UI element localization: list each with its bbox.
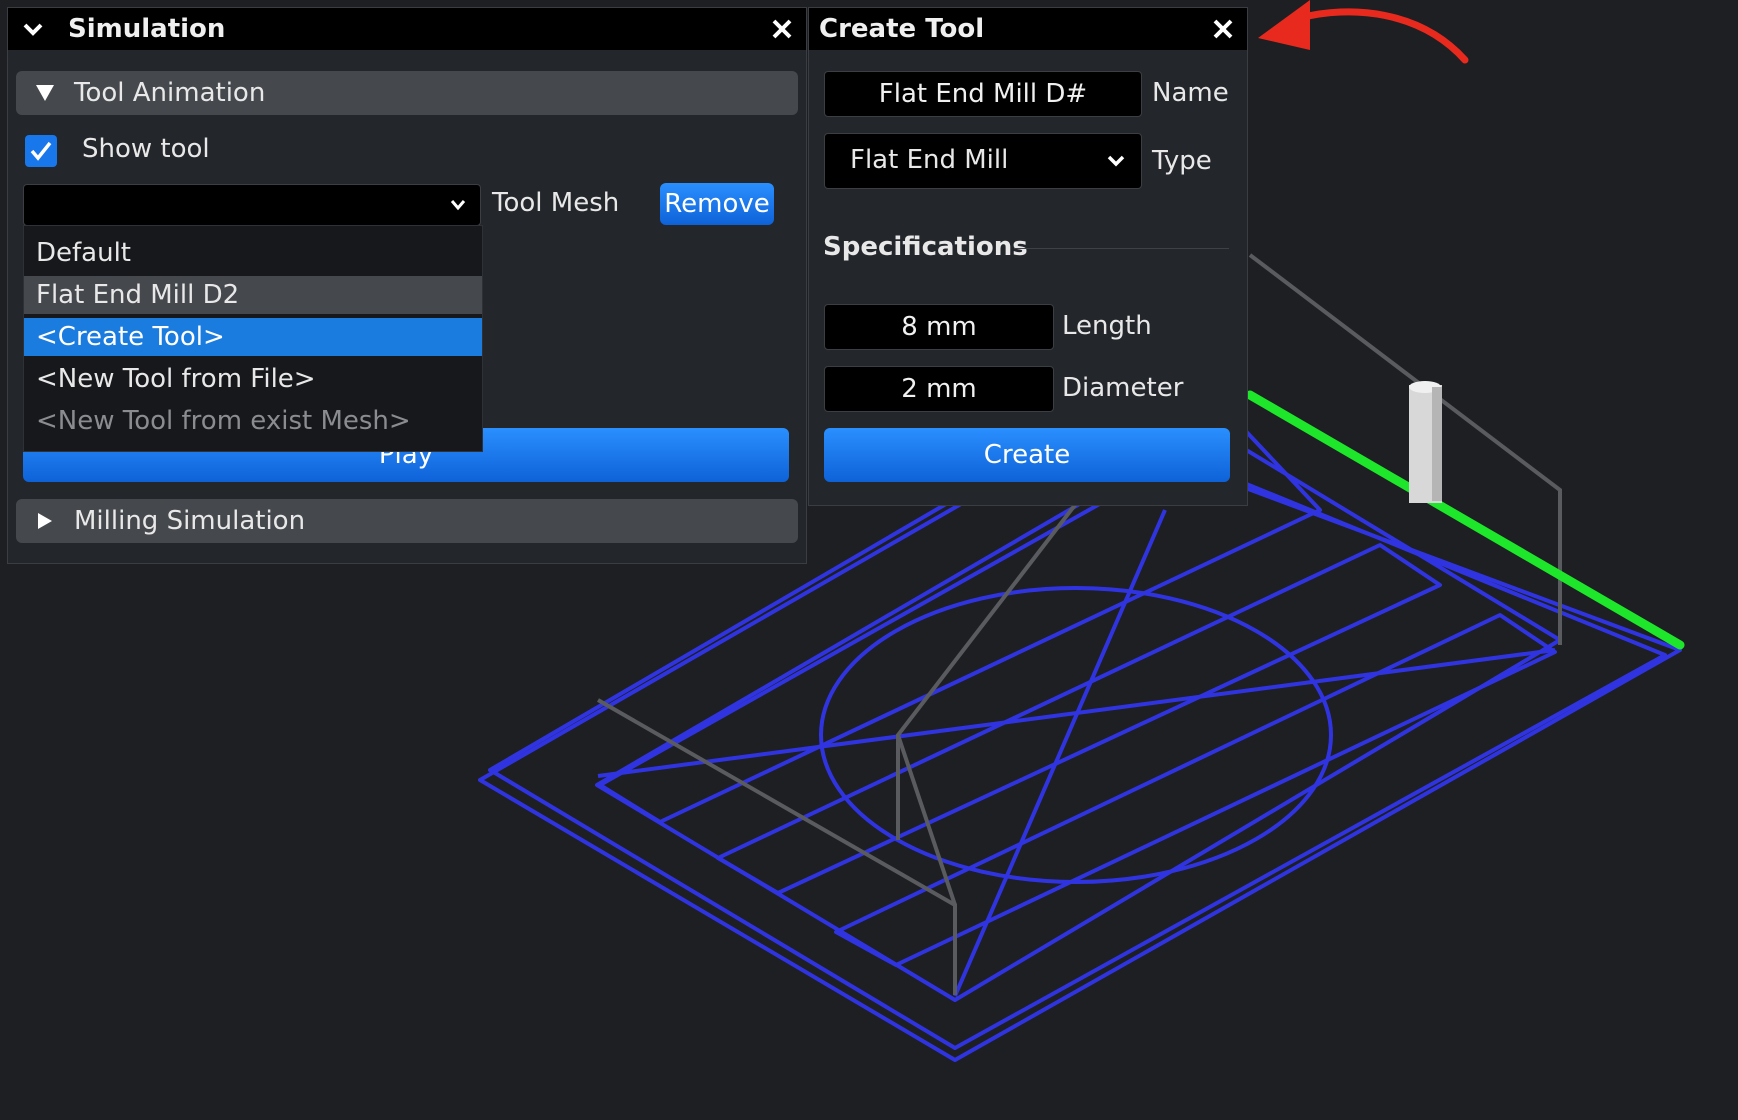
triangle-right-icon: [38, 513, 52, 529]
remove-button[interactable]: Remove: [660, 183, 774, 225]
triangle-down-icon: [36, 85, 54, 101]
diameter-label: Diameter: [1062, 373, 1184, 403]
create-tool-titlebar[interactable]: Create Tool: [809, 8, 1247, 50]
name-input[interactable]: Flat End Mill D#: [824, 71, 1142, 117]
tool-animation-header[interactable]: Tool Animation: [16, 71, 798, 115]
tool-animation-label: Tool Animation: [74, 78, 266, 108]
specifications-label: Specifications: [823, 232, 1028, 262]
show-tool-checkbox[interactable]: [25, 135, 57, 167]
dropdown-option-create-tool[interactable]: <Create Tool>: [24, 318, 482, 356]
name-label: Name: [1152, 78, 1229, 108]
close-icon[interactable]: [1203, 8, 1243, 50]
create-tool-title: Create Tool: [819, 14, 985, 44]
simulation-title: Simulation: [68, 14, 226, 44]
close-icon[interactable]: [762, 8, 802, 50]
create-tool-panel: Create Tool Flat End Mill D# Name Flat E…: [808, 7, 1248, 506]
type-select[interactable]: Flat End Mill: [824, 133, 1142, 189]
tool-cylinder: [1409, 381, 1442, 503]
checkmark-icon: [30, 141, 52, 161]
chevron-down-icon: [450, 200, 466, 211]
chevron-down-icon[interactable]: [22, 22, 44, 38]
specifications-divider: [1014, 248, 1229, 249]
chevron-down-icon: [1107, 155, 1125, 167]
red-arrow-icon: [1258, 0, 1469, 64]
diameter-input[interactable]: 2 mm: [824, 366, 1054, 412]
length-input[interactable]: 8 mm: [824, 304, 1054, 350]
show-tool-label: Show tool: [82, 134, 210, 164]
dropdown-option-new-tool-from-mesh: <New Tool from exist Mesh>: [36, 406, 411, 436]
length-label: Length: [1062, 311, 1152, 341]
create-button[interactable]: Create: [824, 428, 1230, 482]
milling-simulation-header[interactable]: Milling Simulation: [16, 499, 798, 543]
type-label: Type: [1152, 146, 1212, 176]
dropdown-option-default[interactable]: Default: [24, 234, 482, 272]
dropdown-option-new-tool-from-file[interactable]: <New Tool from File>: [24, 360, 482, 398]
dropdown-option-flat-end-mill[interactable]: Flat End Mill D2: [24, 276, 482, 314]
type-value: Flat End Mill: [850, 145, 1009, 175]
tool-mesh-dropdown: Default Flat End Mill D2 <Create Tool> <…: [23, 225, 483, 452]
simulation-titlebar[interactable]: Simulation: [8, 8, 806, 50]
tool-mesh-select[interactable]: [23, 184, 481, 226]
milling-simulation-label: Milling Simulation: [74, 506, 306, 536]
x-axis-highlight: [1245, 390, 1685, 650]
tool-mesh-label: Tool Mesh: [492, 188, 620, 218]
